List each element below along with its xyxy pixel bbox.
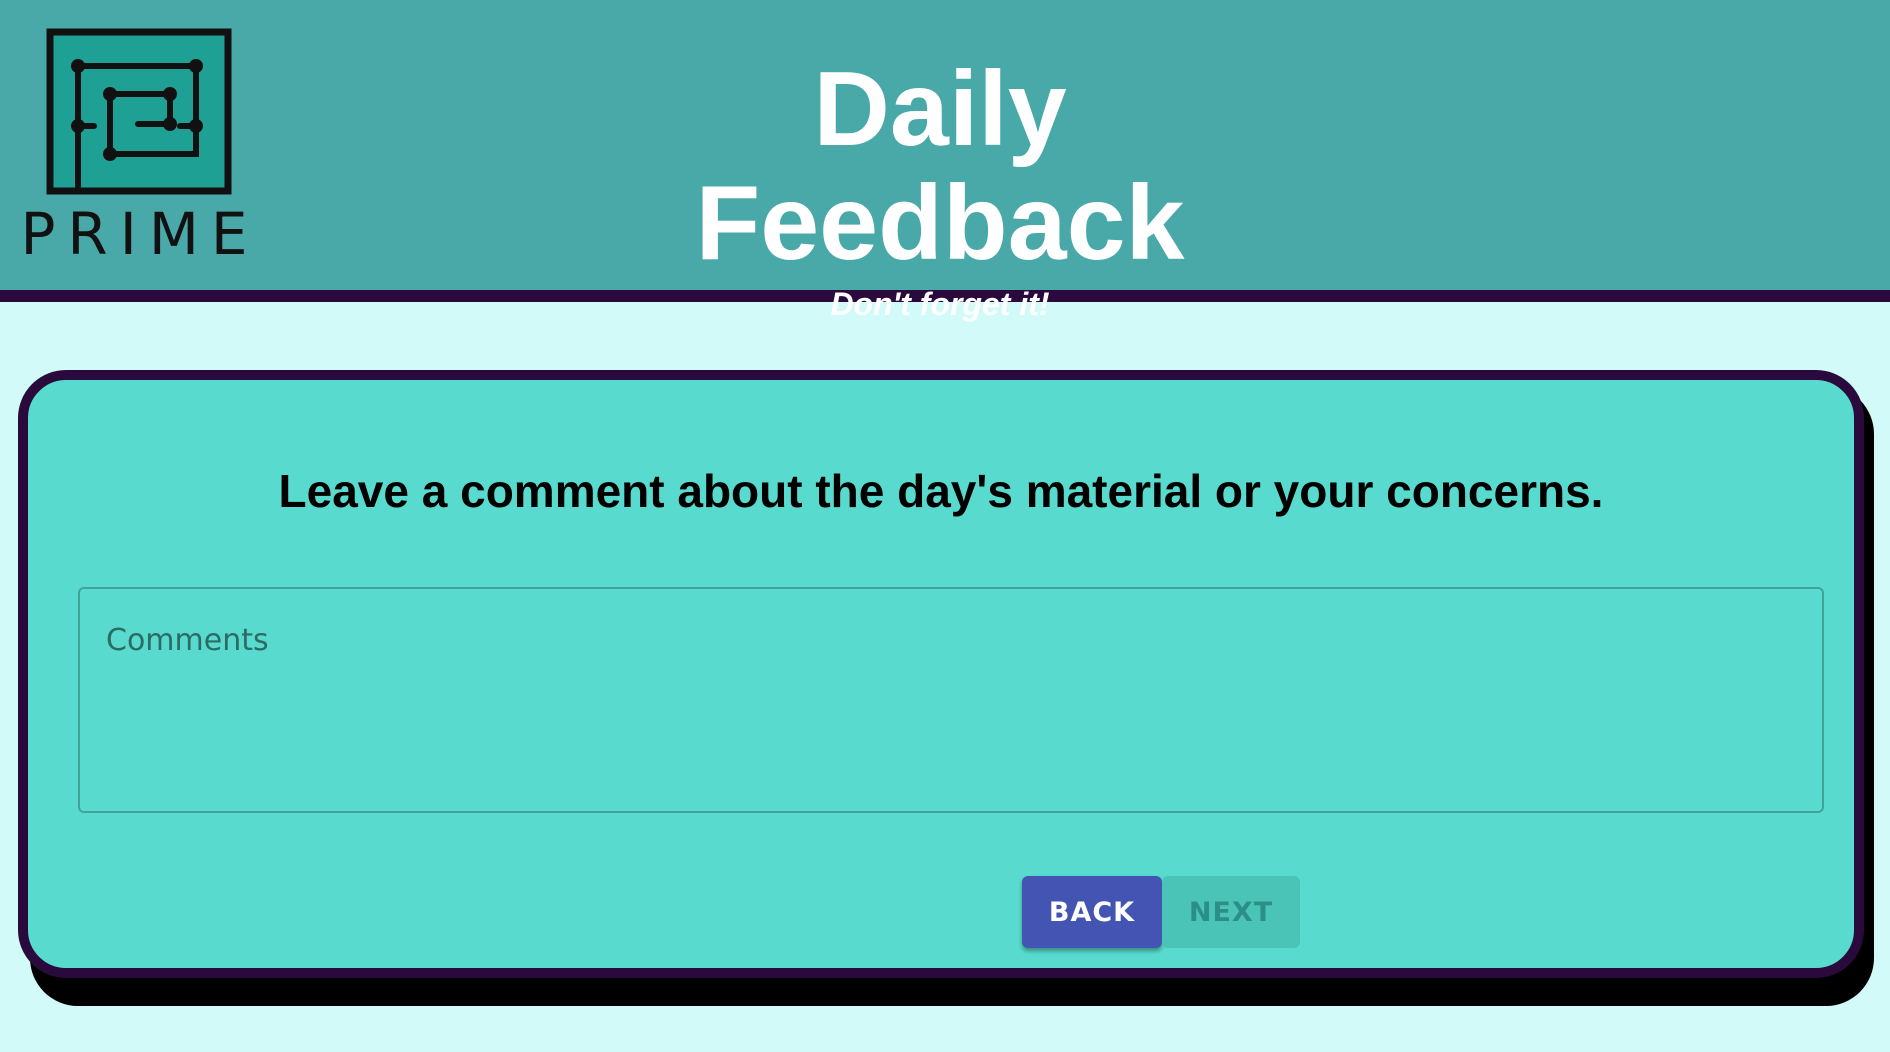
next-button[interactable]: NEXT — [1162, 876, 1300, 948]
navigation-buttons: BACK NEXT — [1022, 876, 1300, 948]
maze-logo-icon — [46, 28, 232, 195]
question-heading: Leave a comment about the day's material… — [278, 465, 1604, 517]
page-title: Daily Feedback — [695, 50, 1185, 282]
app-header: PRIME Daily Feedback Don't forget it! — [0, 0, 1890, 322]
comments-input[interactable] — [80, 589, 1822, 811]
header-titles: Daily Feedback Don't forget it! — [560, 52, 1320, 324]
logo-wordmark: PRIME — [20, 200, 260, 268]
page-subtitle: Don't forget it! — [830, 286, 1050, 322]
prime-logo: PRIME — [20, 28, 260, 268]
comments-field[interactable] — [78, 587, 1824, 813]
back-button[interactable]: BACK — [1022, 876, 1162, 948]
feedback-card: Leave a comment about the day's material… — [18, 370, 1864, 978]
